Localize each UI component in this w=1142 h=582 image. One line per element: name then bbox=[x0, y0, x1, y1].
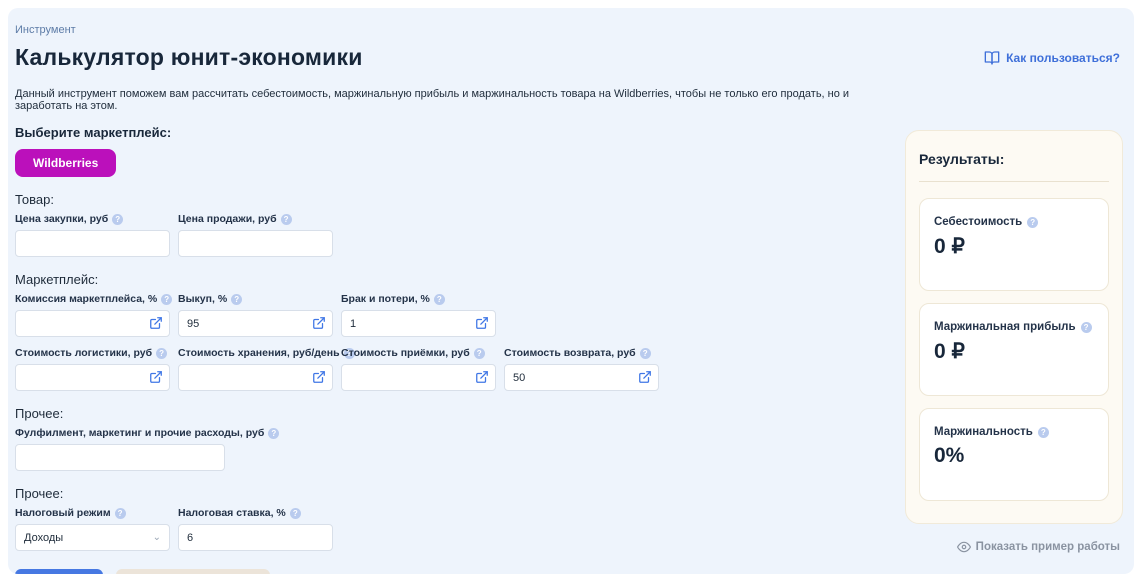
results-heading: Результаты: bbox=[919, 151, 1109, 167]
storage-cost-label: Стоимость хранения, руб/день bbox=[178, 347, 340, 359]
help-icon[interactable]: ? bbox=[281, 214, 292, 225]
help-icon[interactable]: ? bbox=[161, 294, 172, 305]
purchase-price-label: Цена закупки, руб bbox=[15, 213, 108, 225]
margin-profit-label: Маржинальная прибыль bbox=[934, 321, 1076, 333]
eye-icon bbox=[957, 540, 971, 554]
commission-input[interactable] bbox=[15, 310, 170, 337]
help-icon[interactable]: ? bbox=[640, 348, 651, 359]
book-open-icon bbox=[984, 50, 1000, 66]
cost-badge: Стоимость: 10 лимитов bbox=[116, 569, 269, 574]
field-defects-losses: Брак и потери, % ? bbox=[341, 293, 496, 337]
field-storage-cost: Стоимость хранения, руб/день ? bbox=[178, 347, 333, 391]
fulfillment-label: Фулфилмент, маркетинг и прочие расходы, … bbox=[15, 427, 264, 439]
how-to-use-link[interactable]: Как пользоваться? bbox=[984, 50, 1120, 66]
external-link-icon[interactable] bbox=[149, 316, 163, 330]
external-link-icon[interactable] bbox=[312, 370, 326, 384]
how-to-use-label: Как пользоваться? bbox=[1006, 51, 1120, 65]
commission-label: Комиссия маркетплейса, % bbox=[15, 293, 157, 305]
buyout-input[interactable] bbox=[178, 310, 333, 337]
marginality-value: 0% bbox=[934, 444, 1094, 468]
field-purchase-price: Цена закупки, руб ? bbox=[15, 213, 170, 257]
tax-mode-value: Доходы bbox=[24, 532, 63, 544]
help-icon[interactable]: ? bbox=[1027, 217, 1038, 228]
show-example-link[interactable]: Показать пример работы bbox=[957, 540, 1120, 554]
cost-price-value: 0 ₽ bbox=[934, 234, 1094, 259]
tax-mode-select[interactable]: Доходы ⌄ bbox=[15, 524, 170, 551]
result-card-margin-profit: Маржинальная прибыль ? 0 ₽ bbox=[919, 303, 1109, 396]
return-cost-input[interactable] bbox=[504, 364, 659, 391]
field-logistics-cost: Стоимость логистики, руб ? bbox=[15, 347, 170, 391]
defects-losses-label: Брак и потери, % bbox=[341, 293, 430, 305]
external-link-icon[interactable] bbox=[312, 316, 326, 330]
logistics-cost-input[interactable] bbox=[15, 364, 170, 391]
help-icon[interactable]: ? bbox=[156, 348, 167, 359]
purchase-price-input[interactable] bbox=[15, 230, 170, 257]
results-panel: Результаты: Себестоимость ? 0 ₽ Маржинал… bbox=[905, 130, 1123, 524]
storage-cost-input[interactable] bbox=[178, 364, 333, 391]
external-link-icon[interactable] bbox=[475, 370, 489, 384]
field-buyout: Выкуп, % ? bbox=[178, 293, 333, 337]
tax-mode-label: Налоговый режим bbox=[15, 507, 111, 519]
field-tax-rate: Налоговая ставка, % ? bbox=[178, 507, 333, 551]
margin-profit-value: 0 ₽ bbox=[934, 339, 1094, 364]
logistics-cost-label: Стоимость логистики, руб bbox=[15, 347, 152, 359]
result-card-cost: Себестоимость ? 0 ₽ bbox=[919, 198, 1109, 291]
help-icon[interactable]: ? bbox=[268, 428, 279, 439]
help-icon[interactable]: ? bbox=[474, 348, 485, 359]
help-icon[interactable]: ? bbox=[231, 294, 242, 305]
external-link-icon[interactable] bbox=[475, 316, 489, 330]
help-icon[interactable]: ? bbox=[112, 214, 123, 225]
divider bbox=[919, 181, 1109, 182]
fulfillment-input[interactable] bbox=[15, 444, 225, 471]
cost-price-label: Себестоимость bbox=[934, 216, 1022, 228]
section-product: Товар: bbox=[15, 192, 895, 207]
external-link-icon[interactable] bbox=[638, 370, 652, 384]
marginality-label: Маржинальность bbox=[934, 426, 1033, 438]
calculator-form: Товар: Цена закупки, руб ? Цена продажи,… bbox=[15, 192, 895, 574]
help-icon[interactable]: ? bbox=[1081, 322, 1092, 333]
help-icon[interactable]: ? bbox=[434, 294, 445, 305]
section-marketplace: Маркетплейс: bbox=[15, 272, 895, 287]
field-tax-mode: Налоговый режим ? Доходы ⌄ bbox=[15, 507, 170, 551]
help-icon[interactable]: ? bbox=[1038, 427, 1049, 438]
show-example-label: Показать пример работы bbox=[976, 541, 1120, 553]
tax-rate-input[interactable] bbox=[178, 524, 333, 551]
calculator-page: Инструмент Калькулятор юнит-экономики Ка… bbox=[8, 8, 1134, 574]
field-fulfillment: Фулфилмент, маркетинг и прочие расходы, … bbox=[15, 427, 225, 471]
sale-price-input[interactable] bbox=[178, 230, 333, 257]
acceptance-cost-label: Стоимость приёмки, руб bbox=[341, 347, 470, 359]
chevron-down-icon: ⌄ bbox=[153, 532, 161, 543]
buyout-label: Выкуп, % bbox=[178, 293, 227, 305]
field-sale-price: Цена продажи, руб ? bbox=[178, 213, 333, 257]
defects-losses-input[interactable] bbox=[341, 310, 496, 337]
result-card-marginality: Маржинальность ? 0% bbox=[919, 408, 1109, 501]
page-title: Калькулятор юнит-экономики bbox=[15, 44, 1127, 71]
run-button[interactable]: Запустить bbox=[15, 569, 103, 574]
return-cost-label: Стоимость возврата, руб bbox=[504, 347, 636, 359]
external-link-icon[interactable] bbox=[149, 370, 163, 384]
sale-price-label: Цена продажи, руб bbox=[178, 213, 277, 225]
breadcrumb[interactable]: Инструмент bbox=[15, 24, 1127, 36]
field-commission: Комиссия маркетплейса, % ? bbox=[15, 293, 170, 337]
page-description: Данный инструмент поможем вам рассчитать… bbox=[15, 88, 895, 112]
help-icon[interactable]: ? bbox=[290, 508, 301, 519]
field-return-cost: Стоимость возврата, руб ? bbox=[504, 347, 659, 391]
acceptance-cost-input[interactable] bbox=[341, 364, 496, 391]
field-acceptance-cost: Стоимость приёмки, руб ? bbox=[341, 347, 496, 391]
tax-rate-label: Налоговая ставка, % bbox=[178, 507, 286, 519]
help-icon[interactable]: ? bbox=[115, 508, 126, 519]
section-tax: Прочее: bbox=[15, 486, 895, 501]
section-other-expenses: Прочее: bbox=[15, 406, 895, 421]
marketplace-wildberries-button[interactable]: Wildberries bbox=[15, 149, 116, 177]
